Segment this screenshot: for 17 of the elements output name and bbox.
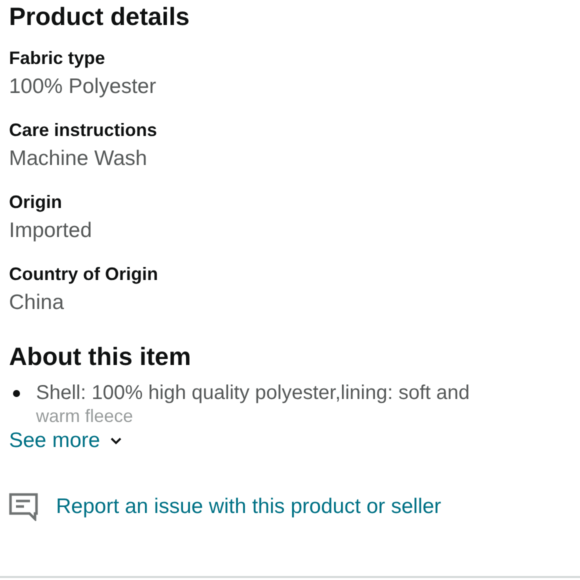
section-heading: Product details xyxy=(9,2,190,33)
bullet-icon xyxy=(13,390,20,396)
report-link[interactable]: Report an issue with this product or seller xyxy=(9,493,442,521)
bullet-text: Shell: 100% high quality polyester,lining: soft and xyxy=(36,381,470,406)
detail-label: Fabric type xyxy=(9,47,106,70)
detail-label: Country of Origin xyxy=(9,263,158,286)
detail-value: China xyxy=(9,290,64,316)
detail-value: 100% Polyester xyxy=(9,74,156,100)
detail-value: Imported xyxy=(9,218,92,244)
section-heading: About this item xyxy=(9,342,191,373)
comment-icon xyxy=(9,493,38,521)
chevron-down-icon xyxy=(110,437,122,445)
see-more-link[interactable]: See more xyxy=(9,427,122,455)
detail-label: Care instructions xyxy=(9,119,158,142)
detail-label: Origin xyxy=(9,191,62,214)
faded-text: warm fleece xyxy=(36,407,134,425)
detail-value: Machine Wash xyxy=(9,146,148,172)
